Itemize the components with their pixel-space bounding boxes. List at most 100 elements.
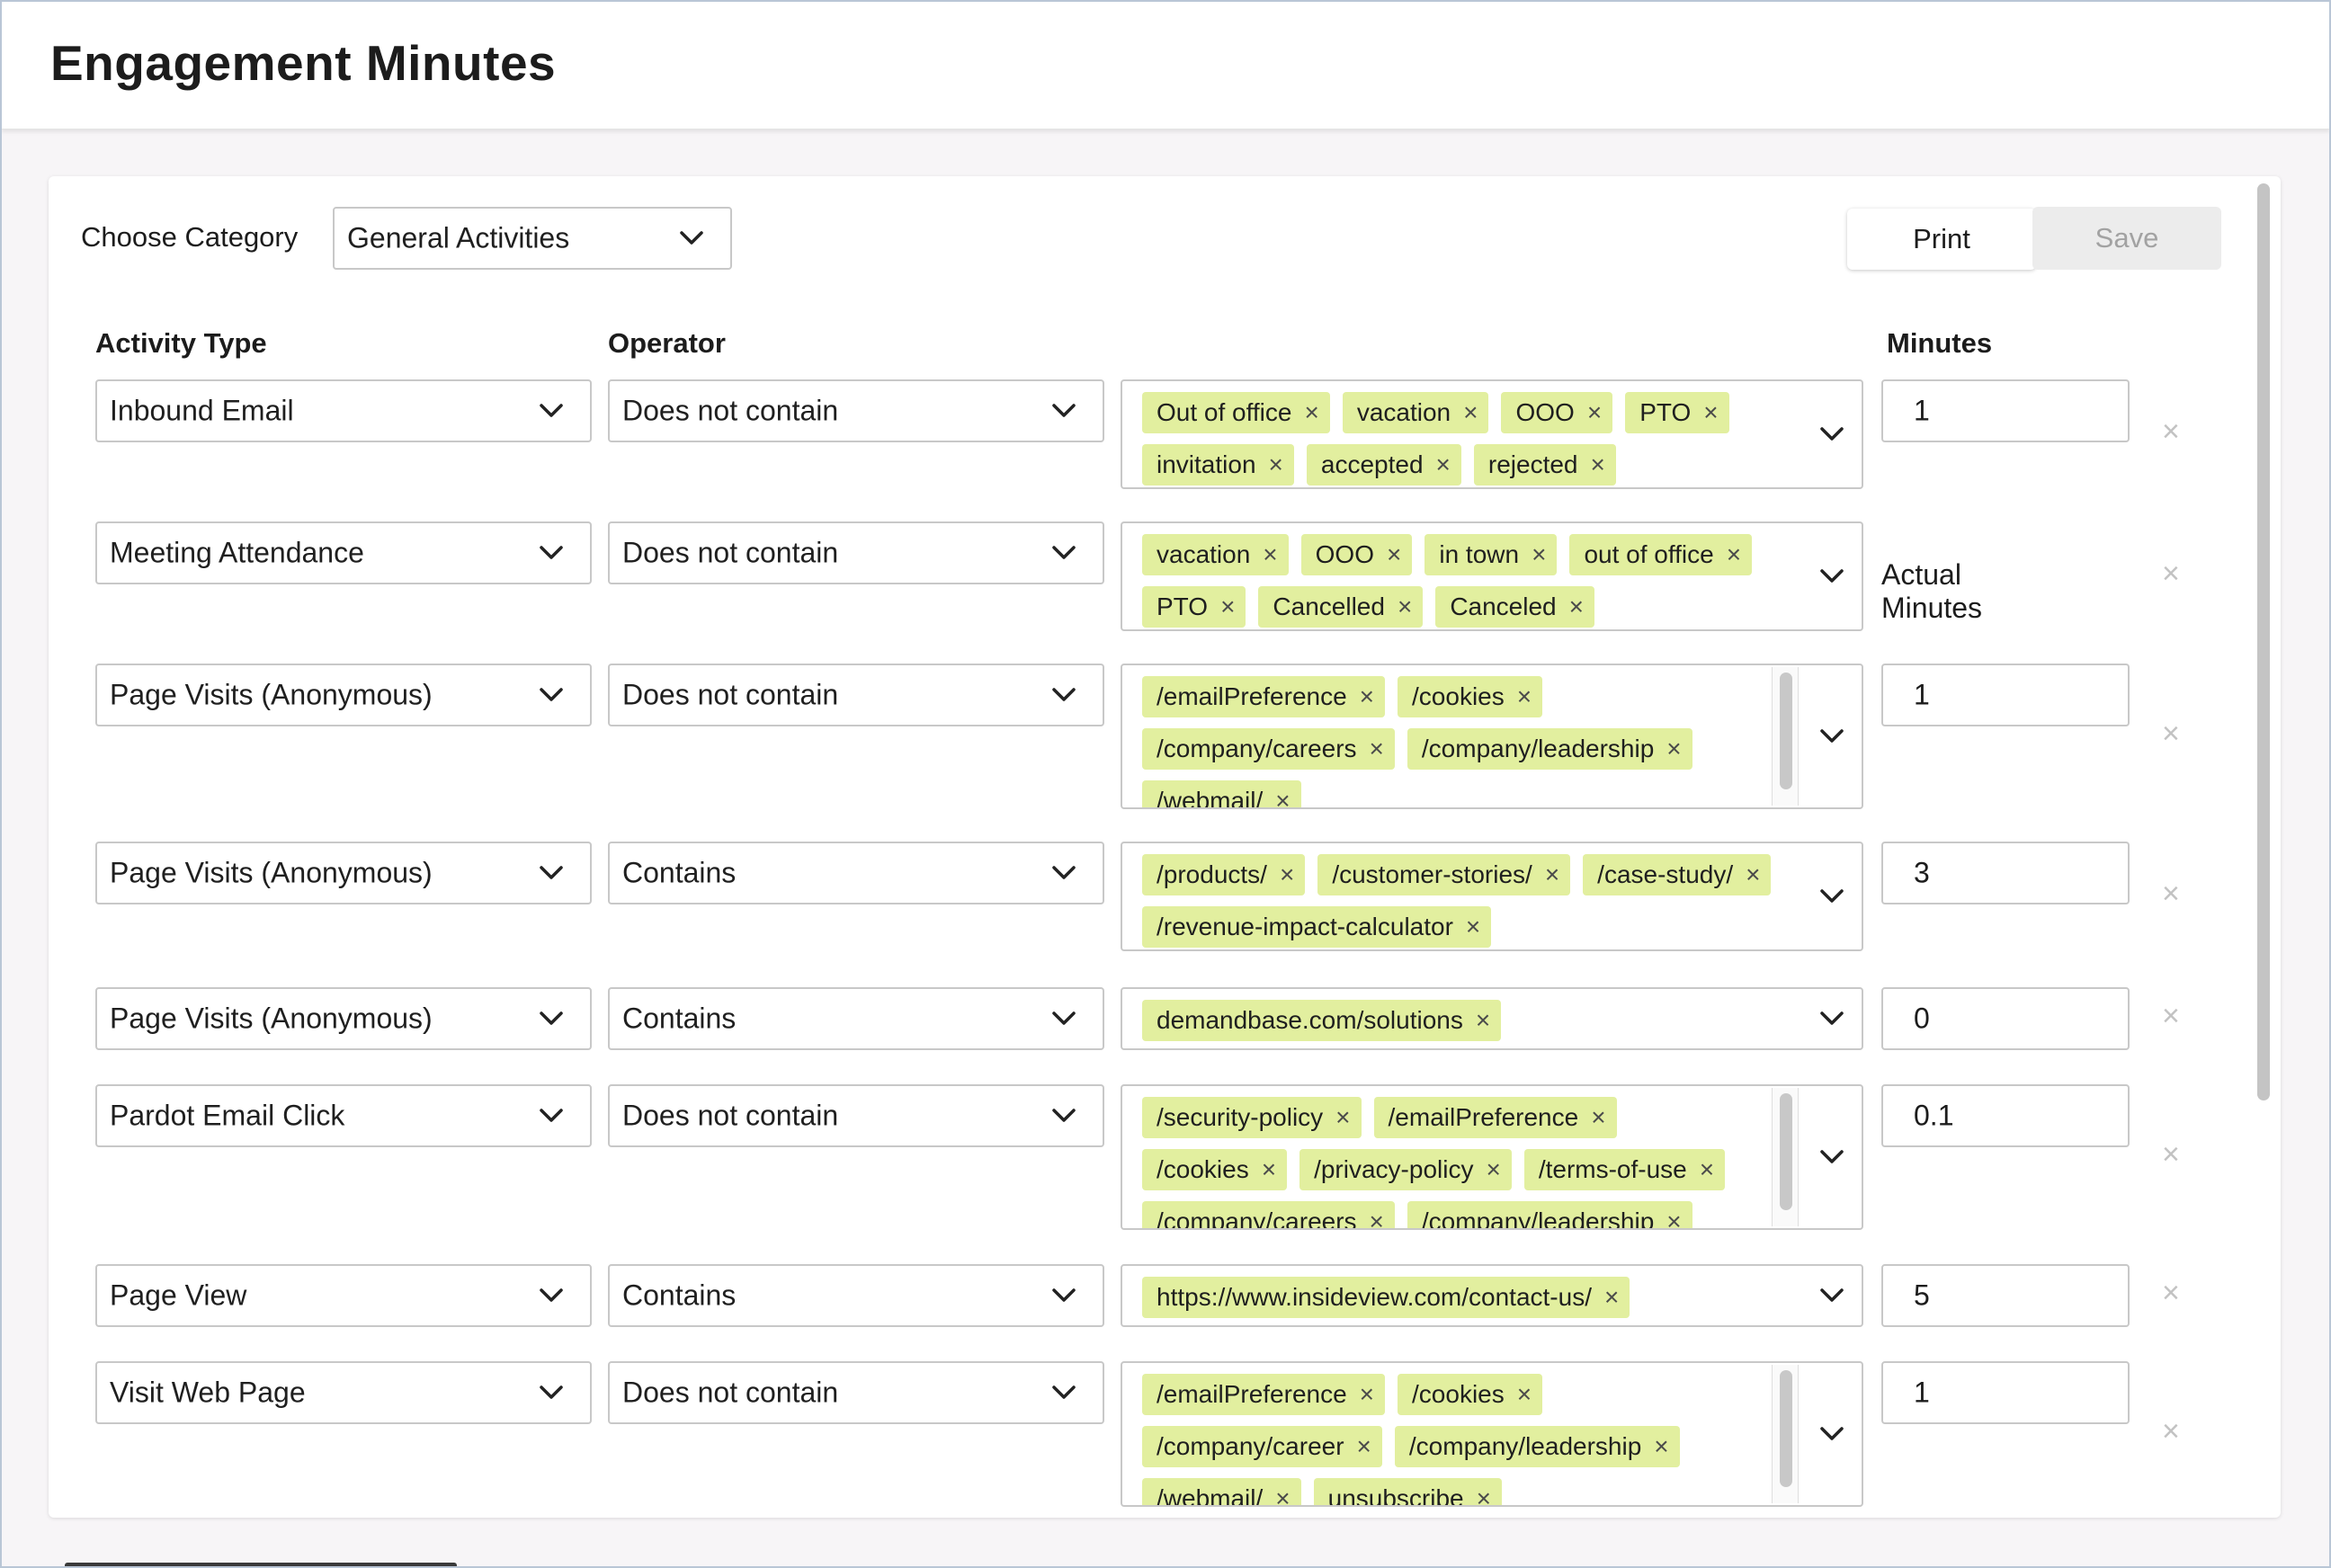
tag-remove-icon[interactable]: × [1545,860,1559,889]
activity-type-select[interactable]: Meeting Attendance [95,521,592,584]
remove-row-icon[interactable]: × [2162,414,2180,450]
chevron-down-icon[interactable] [1818,1010,1845,1028]
minutes-input[interactable]: 0 [1881,987,2130,1050]
tag-remove-icon[interactable]: × [1269,450,1283,479]
tag-remove-icon[interactable]: × [1398,592,1412,621]
keyword-tag[interactable]: /webmail/ × [1142,1478,1301,1505]
tag-remove-icon[interactable]: × [1587,398,1602,427]
keyword-tag[interactable]: /cookies × [1398,1374,1543,1415]
tag-remove-icon[interactable]: × [1700,1155,1714,1184]
keyword-tag[interactable]: /company/leadership × [1394,1426,1680,1467]
chevron-down-icon[interactable] [1818,1148,1845,1166]
remove-row-icon[interactable]: × [2162,1137,2180,1172]
tag-remove-icon[interactable]: × [1517,1380,1532,1409]
tag-remove-icon[interactable]: × [1463,398,1478,427]
keyword-tag[interactable]: rejected × [1473,444,1616,486]
chevron-down-icon[interactable] [1818,425,1845,443]
keyword-tag[interactable]: /case-study/ × [1583,854,1772,895]
tag-remove-icon[interactable]: × [1275,787,1290,807]
page-scrollbar-thumb[interactable] [2257,183,2270,1100]
tag-remove-icon[interactable]: × [1666,735,1681,763]
keyword-tag[interactable]: /cookies × [1142,1149,1288,1190]
tag-remove-icon[interactable]: × [1591,1103,1605,1132]
keyword-tag[interactable]: vacation × [1142,534,1289,575]
remove-row-icon[interactable]: × [2162,717,2180,752]
chevron-down-icon[interactable] [1818,1287,1845,1305]
remove-row-icon[interactable]: × [2162,1276,2180,1311]
tag-remove-icon[interactable]: × [1666,1207,1681,1228]
tag-remove-icon[interactable]: × [1727,540,1741,569]
keyword-tag[interactable]: OOO × [1300,534,1413,575]
activity-type-select[interactable]: Page View [95,1264,592,1327]
minutes-input[interactable]: 3 [1881,842,2130,904]
tag-remove-icon[interactable]: × [1387,540,1401,569]
activity-type-select[interactable]: Visit Web Page [95,1361,592,1424]
tag-remove-icon[interactable]: × [1360,682,1374,711]
keyword-multiselect[interactable]: Out of office × vacation × OOO × PTO × invitatio… [1121,379,1863,489]
tag-remove-icon[interactable]: × [1532,540,1546,569]
activity-type-select[interactable]: Page Visits (Anonymous) [95,664,592,726]
keyword-tag[interactable]: PTO × [1142,586,1246,628]
operator-select[interactable]: Contains [608,987,1104,1050]
chevron-down-icon[interactable] [1818,1425,1845,1443]
keyword-tag[interactable]: /products/ × [1142,854,1306,895]
keyword-list-scrollbar[interactable] [1772,1088,1799,1226]
keyword-multiselect[interactable]: /emailPreference × /cookies × /company/caree… [1121,1361,1863,1507]
keyword-multiselect[interactable]: https://www.insideview.com/contact-us/ × [1121,1264,1863,1327]
chevron-down-icon[interactable] [1818,727,1845,745]
tag-remove-icon[interactable]: × [1263,540,1277,569]
activity-type-select[interactable]: Pardot Email Click [95,1084,592,1147]
tag-remove-icon[interactable]: × [1486,1155,1500,1184]
tag-remove-icon[interactable]: × [1654,1432,1668,1461]
tag-remove-icon[interactable]: × [1370,735,1384,763]
remove-row-icon[interactable]: × [2162,877,2180,912]
tag-remove-icon[interactable]: × [1569,592,1584,621]
tag-remove-icon[interactable]: × [1703,398,1718,427]
keyword-tag[interactable]: /company/careers × [1142,728,1395,770]
keyword-list-scrollbar-thumb[interactable] [1780,1093,1792,1210]
minutes-input[interactable]: 5 [1881,1264,2130,1327]
keyword-tag[interactable]: Out of office × [1142,392,1330,433]
operator-select[interactable]: Contains [608,1264,1104,1327]
keyword-multiselect[interactable]: /emailPreference ×/cookies ×/company/caree… [1121,664,1863,809]
keyword-tag[interactable]: vacation × [1342,392,1489,433]
keyword-tag[interactable]: /customer-stories/ × [1317,854,1571,895]
keyword-multiselect[interactable]: demandbase.com/solutions × [1121,987,1863,1050]
keyword-tag[interactable]: unsubscribe × [1313,1478,1502,1505]
keyword-tag[interactable]: in town × [1424,534,1558,575]
tag-remove-icon[interactable]: × [1591,450,1605,479]
keyword-multiselect[interactable]: /products/× /customer-stories/× /case-stud… [1121,842,1863,951]
keyword-tag[interactable]: /cookies × [1398,676,1543,717]
tag-remove-icon[interactable]: × [1466,913,1480,941]
minutes-input[interactable]: 1 [1881,1361,2130,1424]
keyword-tag[interactable]: /emailPreference × [1373,1097,1617,1138]
keyword-tag[interactable]: accepted × [1306,444,1461,486]
tag-remove-icon[interactable]: × [1220,592,1235,621]
tag-remove-icon[interactable]: × [1604,1283,1619,1312]
tag-remove-icon[interactable]: × [1360,1380,1374,1409]
operator-select[interactable]: Does not contain [608,664,1104,726]
keyword-tag[interactable]: /emailPreference × [1142,1374,1386,1415]
keyword-tag[interactable]: Canceled × [1435,586,1594,628]
keyword-tag[interactable]: PTO × [1625,392,1729,433]
chevron-down-icon[interactable] [1818,887,1845,905]
keyword-tag[interactable]: /company/leadership × [1407,728,1692,770]
tag-remove-icon[interactable]: × [1275,1484,1290,1505]
keyword-tag[interactable]: https://www.insideview.com/contact-us/ × [1142,1277,1630,1318]
keyword-tag[interactable]: /revenue-impact-calculator × [1142,906,1492,948]
chevron-down-icon[interactable] [1818,567,1845,585]
activity-type-select[interactable]: Page Visits (Anonymous) [95,987,592,1050]
tag-remove-icon[interactable]: × [1370,1207,1384,1228]
save-button[interactable]: Save [2032,207,2221,270]
tag-remove-icon[interactable]: × [1746,860,1760,889]
keyword-tag[interactable]: demandbase.com/solutions × [1142,1000,1502,1041]
remove-row-icon[interactable]: × [2162,1414,2180,1449]
tag-remove-icon[interactable]: × [1357,1432,1371,1461]
tag-remove-icon[interactable]: × [1517,682,1532,711]
minutes-input[interactable]: 1 [1881,379,2130,442]
minutes-input[interactable]: 0.1 [1881,1084,2130,1147]
keyword-tag[interactable]: /company/leadership × [1407,1201,1692,1228]
category-select[interactable]: General Activities [333,207,732,270]
operator-select[interactable]: Does not contain [608,521,1104,584]
keyword-tag[interactable]: /company/career × [1142,1426,1382,1467]
